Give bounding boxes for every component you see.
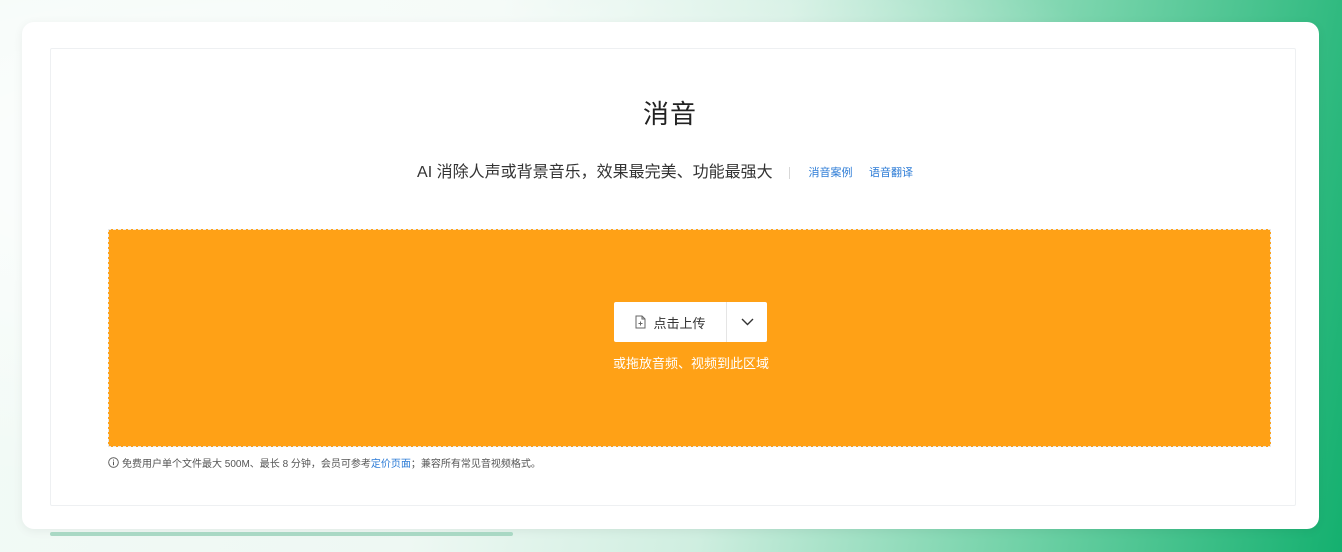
drop-hint: 或拖放音频、视频到此区域 <box>612 356 769 371</box>
chevron-down-icon <box>741 318 753 326</box>
link-voice-translate[interactable]: 语音翻译 <box>869 167 913 179</box>
upload-button-group: 点击上传 <box>614 302 767 342</box>
upload-options-button[interactable] <box>727 302 767 342</box>
page-title: 消音 <box>642 99 697 129</box>
upload-note: 免费用户单个文件最大 500M、最长 8 分钟，会员可参考 定价页面 ；兼容所有… <box>108 455 541 470</box>
upload-button[interactable]: 点击上传 <box>614 302 726 342</box>
subtitle-row: AI 消除人声或背景音乐，效果最完美、功能最强大 消音案例 语音翻译 <box>0 163 1342 183</box>
upload-button-label: 点击上传 <box>653 315 706 331</box>
pricing-link[interactable]: 定价页面 <box>371 455 411 470</box>
horizontal-scrollbar[interactable] <box>50 532 513 536</box>
note-text: 免费用户单个文件最大 500M、最长 8 分钟，会员可参考 <box>122 459 371 470</box>
info-circle-icon <box>108 457 119 468</box>
subtitle-divider <box>789 167 791 179</box>
note-text-after: ；兼容所有常见音视频格式。 <box>410 459 541 470</box>
link-examples[interactable]: 消音案例 <box>809 167 853 179</box>
subtitle: AI 消除人声或背景音乐，效果最完美、功能最强大 <box>417 164 773 181</box>
file-plus-icon <box>635 315 646 329</box>
